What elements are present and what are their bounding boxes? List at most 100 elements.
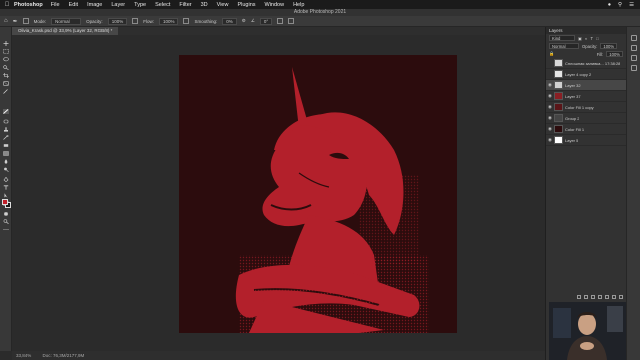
smoothing-gear-icon[interactable]: ⚙ <box>242 18 246 24</box>
menu-3d[interactable]: 3D <box>201 2 208 8</box>
lock-icon[interactable]: 🔒 <box>549 51 554 57</box>
properties-panel-icon[interactable] <box>631 55 637 61</box>
menu-filter[interactable]: Filter <box>179 2 191 8</box>
layer-mask-icon[interactable] <box>591 294 595 299</box>
angle-icon: ∠ <box>250 18 255 23</box>
menu-layer[interactable]: Layer <box>111 2 125 8</box>
menu-file[interactable]: File <box>51 2 60 8</box>
webcam-overlay <box>549 302 626 360</box>
layer-style-icon[interactable] <box>584 294 588 299</box>
gradient-tool-icon[interactable] <box>3 151 9 156</box>
visibility-eye-icon[interactable]: ◉ <box>546 126 554 132</box>
layer-kind-filter[interactable]: Kind <box>549 35 575 41</box>
brush-tool-icon[interactable] <box>3 109 9 114</box>
layer-thumbnail <box>554 136 563 144</box>
filter-type-icon[interactable]: T <box>591 36 594 41</box>
layer-opacity-input[interactable]: 100% <box>600 43 618 49</box>
frame-tool-icon[interactable] <box>3 81 9 86</box>
control-center-icon[interactable]: ☰ <box>629 2 634 8</box>
pressure-opacity-icon[interactable] <box>132 18 139 24</box>
opacity-input[interactable]: 100% <box>107 17 128 25</box>
layer-row[interactable]: ◉ Layer 32 <box>546 80 626 91</box>
panel-icon-strip <box>626 27 640 360</box>
layer-name: Сплошная заливка... 17:38:28 <box>565 60 621 66</box>
home-icon[interactable]: ⌂ <box>4 18 8 24</box>
smoothing-input[interactable]: 0% <box>222 17 237 25</box>
clone-stamp-tool-icon[interactable] <box>3 127 9 132</box>
history-panel-icon[interactable] <box>631 35 637 41</box>
filter-pixel-icon[interactable]: ▣ <box>578 36 582 41</box>
history-brush-tool-icon[interactable] <box>3 135 9 140</box>
lasso-tool-icon[interactable] <box>3 57 9 62</box>
link-layers-icon[interactable] <box>577 294 581 299</box>
pressure-size-icon[interactable] <box>277 18 284 24</box>
edit-toolbar-icon[interactable] <box>3 227 9 232</box>
flow-label: Flow: <box>143 18 154 24</box>
zoom-tool-icon[interactable] <box>3 219 9 224</box>
document-tab[interactable]: Olivia_Krask.psd @ 33,9% (Layer 32, RGB/… <box>12 27 119 35</box>
crop-tool-icon[interactable] <box>3 73 9 78</box>
layer-row[interactable]: ◉ Color Fill 1 copy <box>546 102 626 113</box>
visibility-eye-icon[interactable]: ◉ <box>546 82 554 88</box>
blend-mode-select[interactable]: Normal <box>549 43 579 49</box>
path-selection-tool-icon[interactable] <box>3 193 9 198</box>
layer-row[interactable]: ◉ Layer 37 <box>546 91 626 102</box>
menu-help[interactable]: Help <box>293 2 304 8</box>
brushes-panel-icon[interactable] <box>631 45 637 51</box>
artboard[interactable] <box>179 55 457 333</box>
search-icon[interactable]: ⚲ <box>618 2 622 8</box>
menu-edit[interactable]: Edit <box>69 2 78 8</box>
menu-select[interactable]: Select <box>155 2 170 8</box>
foreground-color-swatch[interactable] <box>2 199 8 205</box>
doc-size[interactable]: Doc: 76,3M/2177,9M <box>43 353 85 358</box>
mode-select[interactable]: Normal <box>51 17 82 25</box>
delete-layer-icon[interactable] <box>619 294 623 299</box>
layer-fill-input[interactable]: 100% <box>606 51 623 57</box>
layer-row[interactable]: Сплошная заливка... 17:38:28 <box>546 58 626 69</box>
marquee-tool-icon[interactable] <box>3 49 9 54</box>
new-group-icon[interactable] <box>605 294 609 299</box>
eyedropper-tool-icon[interactable] <box>3 89 9 94</box>
visibility-eye-icon[interactable]: ◉ <box>546 104 554 110</box>
eraser-tool-icon[interactable] <box>3 143 9 148</box>
menu-app-name[interactable]: Photoshop <box>14 2 43 8</box>
layer-row[interactable]: Layer 4 copy 2 <box>546 69 626 80</box>
visibility-eye-icon[interactable]: ◉ <box>546 115 554 121</box>
blur-tool-icon[interactable] <box>3 159 9 164</box>
dodge-tool-icon[interactable] <box>3 167 9 172</box>
canvas-area[interactable] <box>12 35 545 351</box>
filter-shape-icon[interactable]: □ <box>596 36 599 41</box>
menu-window[interactable]: Window <box>265 2 285 8</box>
layer-thumbnail <box>554 103 563 111</box>
visibility-eye-icon[interactable]: ◉ <box>546 93 554 99</box>
type-tool-icon[interactable] <box>3 185 9 190</box>
healing-brush-tool-icon[interactable] <box>3 119 9 124</box>
pen-tool-icon[interactable] <box>3 177 9 182</box>
hand-tool-icon[interactable] <box>3 211 9 216</box>
menu-type[interactable]: Type <box>134 2 146 8</box>
move-tool-icon[interactable] <box>3 41 9 46</box>
new-layer-icon[interactable] <box>612 294 616 299</box>
status-bar: 33,84% Doc: 76,3M/2177,9M <box>12 351 545 360</box>
filter-adjustment-icon[interactable]: ◐ <box>585 36 588 41</box>
menu-plugins[interactable]: Plugins <box>237 2 255 8</box>
adjustment-layer-icon[interactable] <box>598 294 602 299</box>
zoom-level[interactable]: 33,84% <box>16 353 31 358</box>
layer-row[interactable]: ◉ Group 2 <box>546 113 626 124</box>
brush-settings-icon[interactable] <box>22 18 29 24</box>
angle-input[interactable]: 0° <box>259 17 273 25</box>
menu-view[interactable]: View <box>217 2 229 8</box>
layers-panel-title[interactable]: Layers <box>546 27 626 34</box>
symmetry-icon[interactable] <box>288 18 295 24</box>
adjustments-panel-icon[interactable] <box>631 65 637 71</box>
quick-select-tool-icon[interactable] <box>3 65 9 70</box>
airbrush-icon[interactable] <box>183 18 190 24</box>
menu-image[interactable]: Image <box>87 2 102 8</box>
wifi-icon[interactable]: ● <box>608 2 611 8</box>
layer-row[interactable]: ◉ Color Fill 1 <box>546 124 626 135</box>
visibility-eye-icon[interactable]: ◉ <box>546 137 554 143</box>
layer-row[interactable]: ◉ Layer 5 <box>546 135 626 146</box>
flow-input[interactable]: 100% <box>158 17 179 25</box>
brush-preset-icon[interactable]: ✒ <box>13 18 18 25</box>
apple-icon[interactable]:  <box>0 2 14 8</box>
